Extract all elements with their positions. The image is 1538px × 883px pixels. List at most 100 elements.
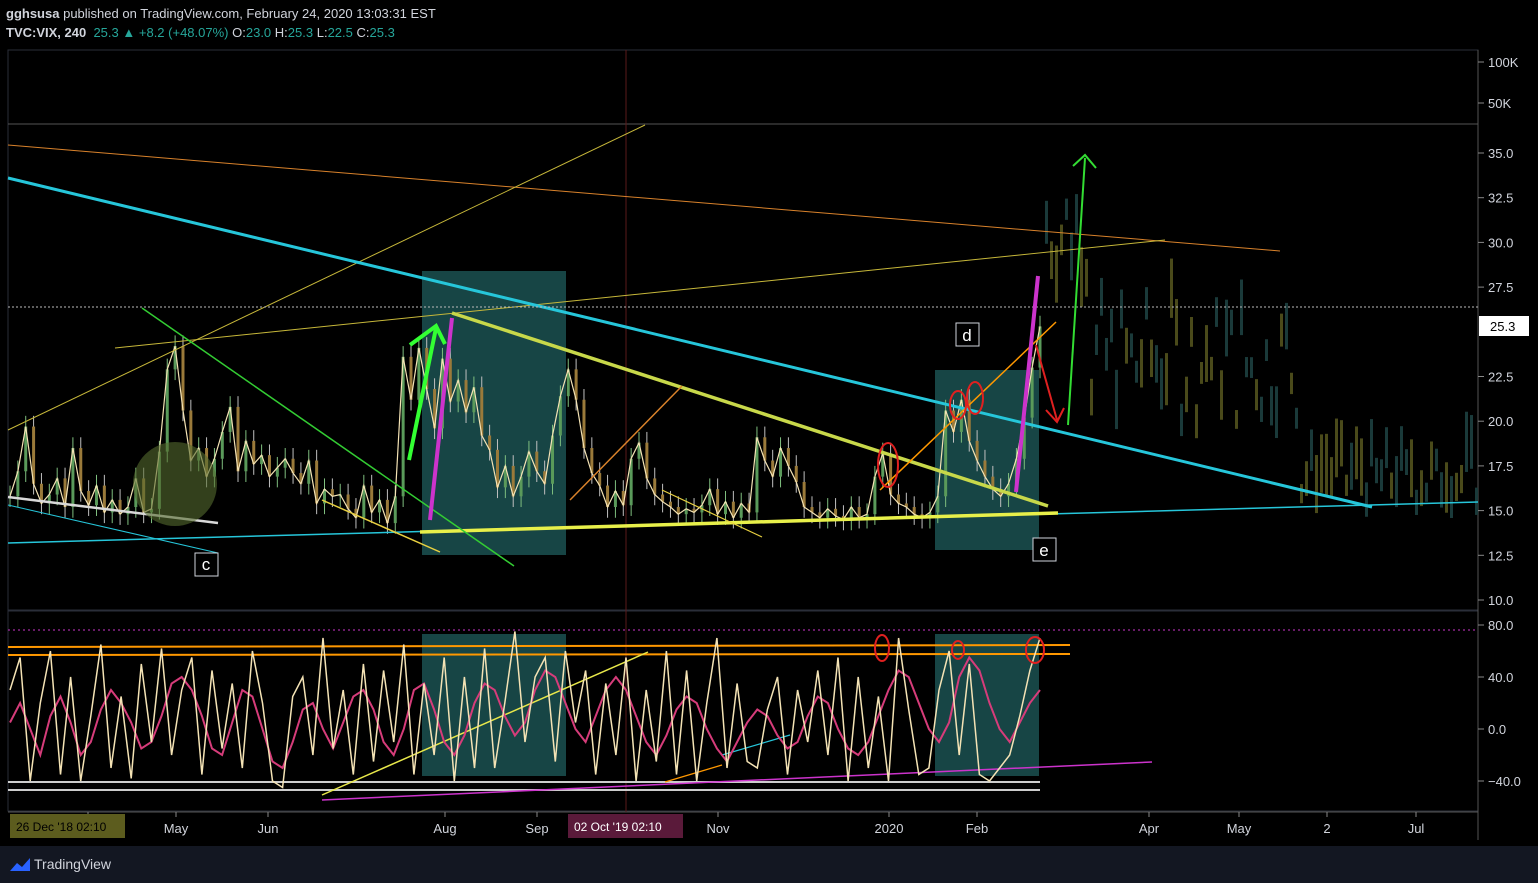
future-candle <box>1285 302 1288 350</box>
future-candle <box>1435 448 1438 472</box>
price-tick-label: 30.0 <box>1488 235 1513 250</box>
future-candle <box>1245 357 1248 378</box>
future-candle <box>1095 324 1098 355</box>
brand-name[interactable]: TradingView <box>34 856 111 872</box>
future-candle <box>1085 258 1088 297</box>
osc-tick-label: 40.0 <box>1488 670 1513 685</box>
price-tick-label: 32.5 <box>1488 191 1513 206</box>
future-candle <box>1090 378 1093 416</box>
time-tick-label: 2020 <box>875 821 904 836</box>
future-candle <box>1400 426 1403 471</box>
future-candle <box>1175 299 1178 346</box>
price-tick-label: 35.0 <box>1488 146 1513 161</box>
future-candle <box>1140 339 1143 388</box>
future-candle <box>1075 194 1078 234</box>
time-axis[interactable]: AprMayJunAugSepNov2020FebAprMay2Jul <box>78 812 1425 836</box>
tradingview-logo-icon[interactable] <box>8 854 32 874</box>
future-candle <box>1260 396 1263 422</box>
future-candle <box>1355 426 1358 480</box>
price-tick-label: 100K <box>1488 55 1519 70</box>
future-candle <box>1190 317 1193 347</box>
future-candle <box>1225 299 1228 357</box>
future-candle <box>1160 358 1163 410</box>
crosshair-mid-text: 02 Oct '19 02:10 <box>574 820 662 834</box>
future-candle <box>1205 325 1208 382</box>
time-tick-label: Feb <box>966 821 988 836</box>
future-candle <box>1215 297 1218 327</box>
future-candle <box>1210 356 1213 381</box>
price-tick-label: 50K <box>1488 96 1511 111</box>
future-candle <box>1460 464 1463 494</box>
future-candle <box>1265 339 1268 361</box>
future-candle <box>1330 457 1333 498</box>
time-tick-label: Nov <box>706 821 730 836</box>
future-candle <box>1470 415 1473 469</box>
future-candle <box>1170 258 1173 318</box>
future-candle <box>1325 433 1328 495</box>
label-e: e <box>1039 541 1048 560</box>
future-candle <box>1365 482 1368 517</box>
future-candle <box>1420 470 1423 507</box>
label-d: d <box>962 326 971 345</box>
future-candle <box>1430 441 1433 480</box>
future-candle <box>1135 360 1138 383</box>
future-candle <box>1130 333 1133 358</box>
future-candle <box>1445 462 1448 513</box>
future-candle <box>1270 386 1273 426</box>
future-candle <box>1145 287 1148 320</box>
future-candle <box>1385 427 1388 469</box>
future-candle <box>1375 457 1378 484</box>
future-candle <box>1220 370 1223 420</box>
future-candle <box>1180 403 1183 437</box>
time-tick-label: Sep <box>525 821 548 836</box>
future-candle <box>1310 429 1313 471</box>
future-candle <box>1055 245 1058 303</box>
oscillator-axis[interactable]: 80.0 40.0 0.0 −40.0 <box>1478 618 1521 789</box>
future-candle <box>1155 345 1158 383</box>
future-candle <box>1150 339 1153 378</box>
time-tick-label: Apr <box>1139 821 1160 836</box>
crosshair-left-text: 26 Dec '18 02:10 <box>16 820 107 834</box>
price-tick-label: 12.5 <box>1488 548 1513 563</box>
price-tick-label: 20.0 <box>1488 414 1513 429</box>
price-tick-label: 15.0 <box>1488 504 1513 519</box>
future-candle <box>1405 449 1408 476</box>
future-candle <box>1275 386 1278 439</box>
time-tick-label: Jul <box>1408 821 1425 836</box>
price-tick-label: 27.5 <box>1488 280 1513 295</box>
future-candle <box>1350 442 1353 490</box>
future-candle <box>1415 489 1418 515</box>
price-tick-label: 10.0 <box>1488 593 1513 608</box>
future-candle <box>1360 438 1363 496</box>
future-candle <box>1450 476 1453 518</box>
osc-orange-level-2 <box>7 653 1071 656</box>
future-candle <box>1390 472 1393 499</box>
future-candle <box>1120 289 1123 329</box>
future-candle <box>1300 484 1303 504</box>
osc-highlight-box-jan <box>935 634 1039 776</box>
time-tick-label: Jun <box>258 821 279 836</box>
future-candle <box>1230 309 1233 336</box>
time-tick-label: Aug <box>433 821 456 836</box>
price-tick-label: 17.5 <box>1488 459 1513 474</box>
future-candle <box>1070 232 1073 281</box>
price-tick-label: 22.5 <box>1488 370 1513 385</box>
future-candle <box>1290 372 1293 395</box>
future-candle <box>1320 434 1323 493</box>
future-candle <box>1255 379 1258 411</box>
osc-tick-label: −40.0 <box>1488 774 1521 789</box>
future-candle <box>1315 455 1318 514</box>
osc-tick-label: 0.0 <box>1488 722 1506 737</box>
time-tick-label: May <box>1227 821 1252 836</box>
last-price-badge-text: 25.3 <box>1490 319 1515 334</box>
future-candle <box>1115 369 1118 430</box>
future-candle <box>1050 241 1053 280</box>
future-candle <box>1280 313 1283 347</box>
chart-canvas[interactable]: c d e 100K 50K 35.0 32.5 30.0 27.5 22.5 20.0 17.… <box>0 0 1538 846</box>
future-candle <box>1200 361 1203 384</box>
future-candle <box>1380 459 1383 492</box>
future-candle <box>1195 404 1198 439</box>
label-c: c <box>202 555 211 574</box>
future-candle <box>1345 474 1348 496</box>
future-candle <box>1335 418 1338 478</box>
